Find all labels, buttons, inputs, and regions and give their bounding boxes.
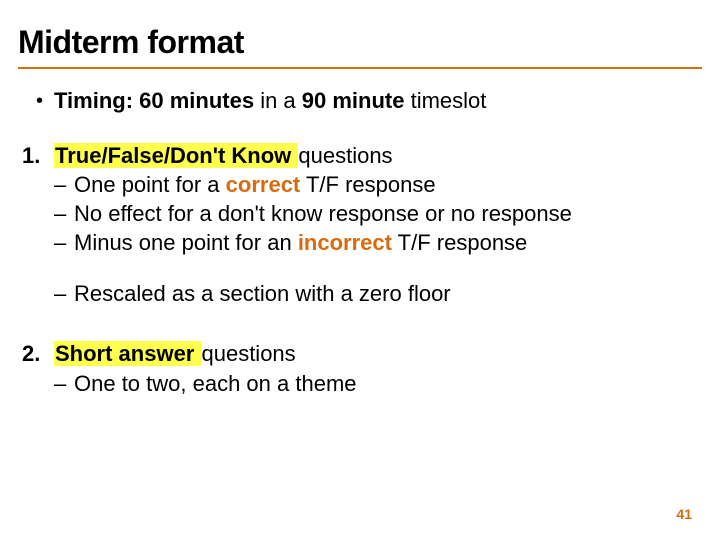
s1s3-b: T/F response: [392, 230, 527, 255]
dash-icon: –: [54, 170, 74, 199]
s1s1-correct: correct: [226, 172, 301, 197]
section-1-number: 1.: [22, 142, 54, 171]
slide-title: Midterm format: [18, 24, 702, 69]
section-1-sub3: – Minus one point for an incorrect T/F r…: [54, 228, 702, 257]
section-1-sub4-text: Rescaled as a section with a zero floor: [74, 279, 451, 308]
section-1-heading: True/False/Don't Know questions: [54, 142, 702, 171]
bullet-icon: •: [36, 87, 54, 115]
timing-bullet: • Timing: 60 minutes in a 90 minute time…: [36, 87, 702, 116]
section-2-heading: Short answer questions: [54, 340, 702, 369]
dash-icon: –: [54, 279, 74, 308]
s1s1-b: T/F response: [300, 172, 435, 197]
section-1-sub2-text: No effect for a don't know response or n…: [74, 199, 572, 228]
timing-text: Timing: 60 minutes in a 90 minute timesl…: [54, 87, 486, 116]
section-1-sub2: – No effect for a don't know response or…: [54, 199, 702, 228]
section-1-highlight: True/False/Don't Know: [54, 143, 298, 168]
section-2-tail: questions: [201, 341, 295, 366]
slide: Midterm format • Timing: 60 minutes in a…: [0, 0, 720, 398]
section-1-sub1: – One point for a correct T/F response: [54, 170, 702, 199]
timing-tail: timeslot: [404, 88, 486, 113]
dash-icon: –: [54, 228, 74, 257]
s1s1-a: One point for a: [74, 172, 226, 197]
s1s3-a: Minus one point for an: [74, 230, 298, 255]
section-1-subs: – One point for a correct T/F response –…: [54, 170, 702, 308]
page-number: 41: [676, 506, 692, 522]
timing-ninety: 90 minute: [302, 88, 405, 113]
section-2-number: 2.: [22, 340, 54, 369]
dash-icon: –: [54, 369, 74, 398]
section-1-sub3-text: Minus one point for an incorrect T/F res…: [74, 228, 527, 257]
section-2-highlight: Short answer: [54, 341, 201, 366]
section-1: 1. True/False/Don't Know questions: [22, 142, 702, 171]
timing-mid: in a: [254, 88, 302, 113]
section-1-tail: questions: [298, 143, 392, 168]
section-2-subs: – One to two, each on a theme: [54, 369, 702, 398]
section-1-sub4: – Rescaled as a section with a zero floo…: [54, 279, 702, 308]
section-2-sub1-text: One to two, each on a theme: [74, 369, 357, 398]
s1s3-incorrect: incorrect: [298, 230, 392, 255]
dash-icon: –: [54, 199, 74, 228]
timing-prefix: Timing: 60 minutes: [54, 88, 254, 113]
section-2: 2. Short answer questions: [22, 340, 702, 369]
section-1-sub1-text: One point for a correct T/F response: [74, 170, 436, 199]
section-2-sub1: – One to two, each on a theme: [54, 369, 702, 398]
